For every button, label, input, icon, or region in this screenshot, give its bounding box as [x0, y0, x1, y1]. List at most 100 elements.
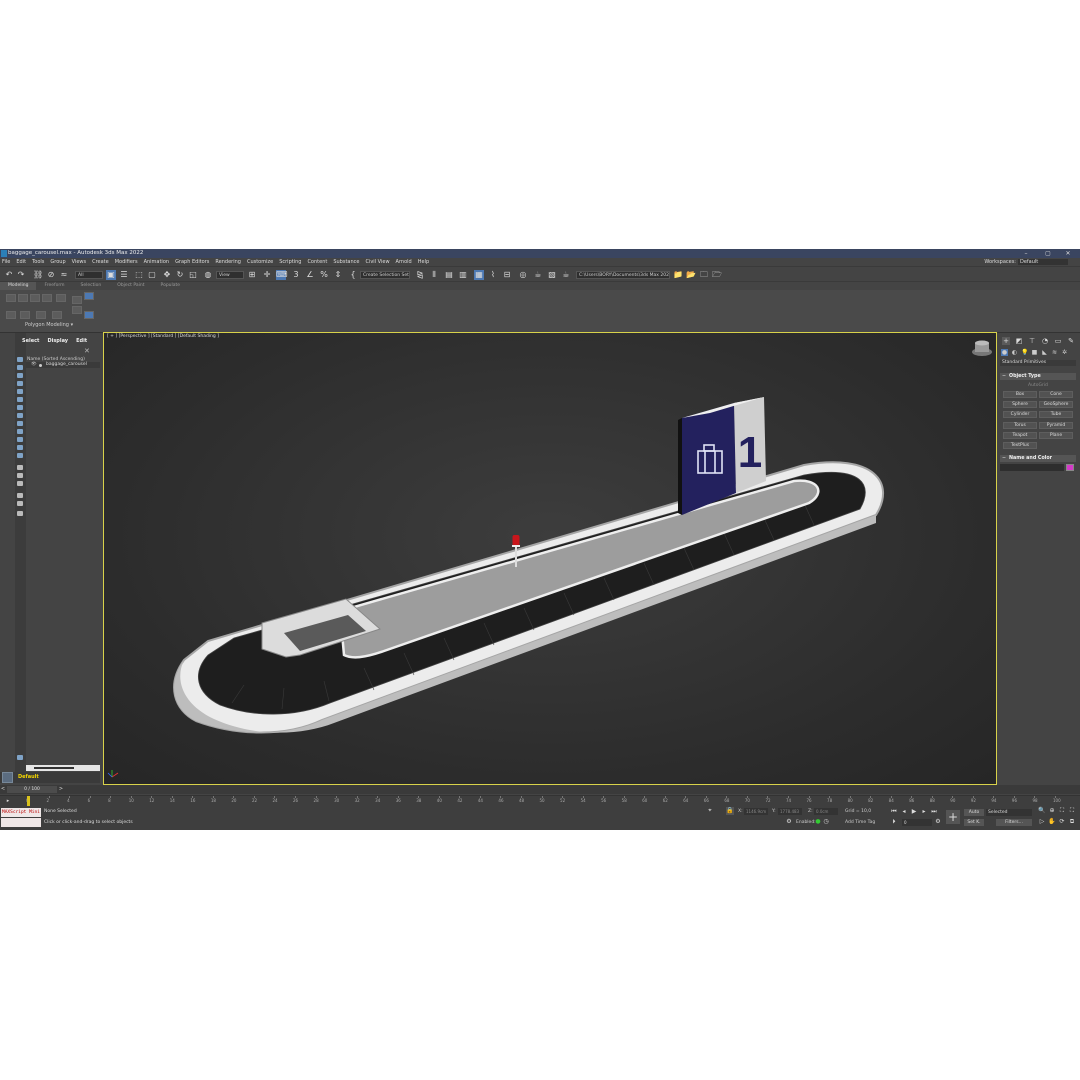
next-key-icon[interactable]: ▸	[920, 808, 928, 816]
schematic-view-icon[interactable]: ⊟	[502, 270, 512, 280]
keyboard-shortcut-override-icon[interactable]: ⌨	[276, 270, 288, 280]
systems-icon[interactable]: ✲	[1061, 349, 1068, 356]
select-manipulate-icon[interactable]: ✛	[262, 270, 272, 280]
close-icon[interactable]: ✕	[84, 347, 90, 355]
maximize-button[interactable]: ▢	[1038, 249, 1058, 258]
pan-icon[interactable]: ✋	[1048, 818, 1056, 826]
polygon-modeling-dropdown[interactable]: Polygon Modeling ▾	[25, 322, 73, 328]
menu-content[interactable]: Content	[307, 259, 327, 265]
list-item[interactable]: 👁 baggage_carousel	[26, 362, 100, 368]
menu-group[interactable]: Group	[50, 259, 65, 265]
pivot-center-icon[interactable]: ⊞	[247, 270, 257, 280]
auto-key-button[interactable]: Auto	[964, 809, 984, 816]
geosphere-button[interactable]: GeoSphere	[1039, 401, 1073, 408]
selection-filter-dropdown[interactable]: All	[75, 271, 103, 279]
primitives-dropdown[interactable]: Standard Primitives	[1000, 360, 1076, 366]
time-slider[interactable]: < 0 / 100 >	[0, 785, 1080, 794]
x-coordinate-field[interactable]: 1146.9cm	[744, 808, 768, 815]
ribbon-button[interactable]	[6, 311, 16, 319]
rectangular-selection-icon[interactable]: ⬚	[134, 270, 144, 280]
zoom-icon[interactable]: 🔍	[1038, 807, 1046, 815]
ribbon-button[interactable]	[72, 306, 82, 314]
ribbon-button[interactable]	[56, 294, 66, 302]
helpers-icon[interactable]: ◣	[1041, 349, 1048, 356]
zoom-extents-all-icon[interactable]: ⛶	[1068, 807, 1076, 815]
mirror-icon[interactable]: ⧎	[415, 270, 425, 280]
object-type-rollout[interactable]: Object Type	[1000, 373, 1076, 380]
textplus-button[interactable]: TextPlus	[1003, 442, 1037, 449]
z-coordinate-field[interactable]: 0.0cm	[814, 808, 838, 815]
maxscript-output[interactable]	[1, 818, 41, 827]
percent-snap-icon[interactable]: %	[319, 270, 329, 280]
curve-editor-icon[interactable]: ⌇	[488, 270, 498, 280]
set-key-button[interactable]: Set K.	[964, 819, 984, 826]
bind-space-warp-icon[interactable]: ≈	[59, 270, 69, 280]
ribbon-tab-populate[interactable]: Populate	[153, 282, 189, 290]
field-of-view-icon[interactable]: ▷	[1038, 818, 1046, 826]
selection-set-dropdown[interactable]: Selected	[986, 809, 1032, 816]
render-production-icon[interactable]: ☕	[561, 270, 571, 280]
teapot-button[interactable]: Teapot	[1003, 432, 1037, 439]
selection-lock-icon[interactable]: 🔒	[726, 807, 734, 815]
next-frame-icon[interactable]: >	[58, 785, 64, 794]
menu-scripting[interactable]: Scripting	[279, 259, 301, 265]
maxscript-listener[interactable]: MAXScript Mini	[1, 808, 41, 817]
key-filters-button[interactable]: Filters...	[996, 819, 1032, 826]
tab-display[interactable]: Display	[47, 338, 68, 344]
zoom-extents-icon[interactable]: ⛶	[1058, 807, 1066, 815]
torus-button[interactable]: Torus	[1003, 422, 1037, 429]
ribbon-button[interactable]	[30, 294, 40, 302]
ribbon-tab-selection[interactable]: Selection	[73, 282, 110, 290]
tube-button[interactable]: Tube	[1039, 411, 1073, 418]
perspective-viewport[interactable]: [ + ] [Perspective ] [Standard ] [Defaul…	[103, 332, 997, 785]
reference-coordinate-dropdown[interactable]: View	[216, 271, 244, 279]
track-bar[interactable]: ▸ 02468101214161820222426283032343638404…	[0, 795, 1080, 807]
maximize-viewport-icon[interactable]: ⧉	[1068, 818, 1076, 826]
open-project-icon[interactable]: 📂	[686, 270, 696, 280]
menu-create[interactable]: Create	[92, 259, 109, 265]
close-button[interactable]: ✕	[1058, 249, 1078, 258]
scene-explorer-toggle-icon[interactable]: ▤	[444, 270, 454, 280]
time-config-icon[interactable]: ⚙	[934, 818, 942, 826]
set-project-icon[interactable]: 🗁	[712, 270, 722, 280]
rendered-frame-window-icon[interactable]: ▧	[547, 270, 557, 280]
modify-tab-icon[interactable]: ◩	[1015, 337, 1023, 345]
box-button[interactable]: Box	[1003, 391, 1037, 398]
play-icon[interactable]: ▶	[910, 808, 918, 816]
time-slider-thumb[interactable]: 0 / 100	[7, 786, 57, 793]
go-to-end-icon[interactable]: ⏭	[930, 808, 938, 816]
render-setup-icon[interactable]: ☕	[533, 270, 543, 280]
layer-explorer-icon[interactable]	[2, 772, 13, 783]
object-name-field[interactable]	[1000, 464, 1064, 471]
plane-button[interactable]: Plane	[1039, 432, 1073, 439]
ribbon-button[interactable]	[18, 294, 28, 302]
shapes-icon[interactable]: ◐	[1011, 349, 1018, 356]
named-selection-dropdown[interactable]: Create Selection Set	[360, 271, 410, 279]
edit-named-selection-icon[interactable]: {	[348, 270, 358, 280]
ribbon-button[interactable]	[72, 296, 82, 304]
menu-modifiers[interactable]: Modifiers	[115, 259, 138, 265]
ribbon-button[interactable]	[52, 311, 62, 319]
window-crossing-icon[interactable]: ▢	[147, 270, 157, 280]
current-layer[interactable]: Default	[18, 774, 39, 780]
tab-select[interactable]: Select	[22, 338, 39, 344]
menu-file[interactable]: File	[2, 259, 10, 265]
ribbon-button[interactable]	[36, 311, 46, 319]
menu-customize[interactable]: Customize	[247, 259, 273, 265]
menu-rendering[interactable]: Rendering	[215, 259, 241, 265]
current-frame-field[interactable]: 0	[902, 819, 932, 826]
select-object-icon[interactable]: ▣	[106, 270, 116, 280]
spinner-snap-icon[interactable]: ⇕	[333, 270, 343, 280]
workspaces-dropdown[interactable]: Default	[1018, 259, 1068, 265]
ribbon-button-active[interactable]	[84, 292, 94, 300]
isolate-selection-icon[interactable]: ⌖	[706, 807, 714, 815]
menu-substance[interactable]: Substance	[333, 259, 359, 265]
utilities-tab-icon[interactable]: ✎	[1067, 337, 1075, 345]
snaps-toggle-icon[interactable]: 3	[291, 270, 301, 280]
motion-tab-icon[interactable]: ◔	[1041, 337, 1049, 345]
enabled-toggle-icon[interactable]: ●	[814, 818, 822, 826]
undo-icon[interactable]: ↶	[4, 270, 14, 280]
create-tab-icon[interactable]: +	[1002, 337, 1010, 345]
display-tab-icon[interactable]: ▭	[1054, 337, 1062, 345]
unlink-icon[interactable]: ⊘	[46, 270, 56, 280]
